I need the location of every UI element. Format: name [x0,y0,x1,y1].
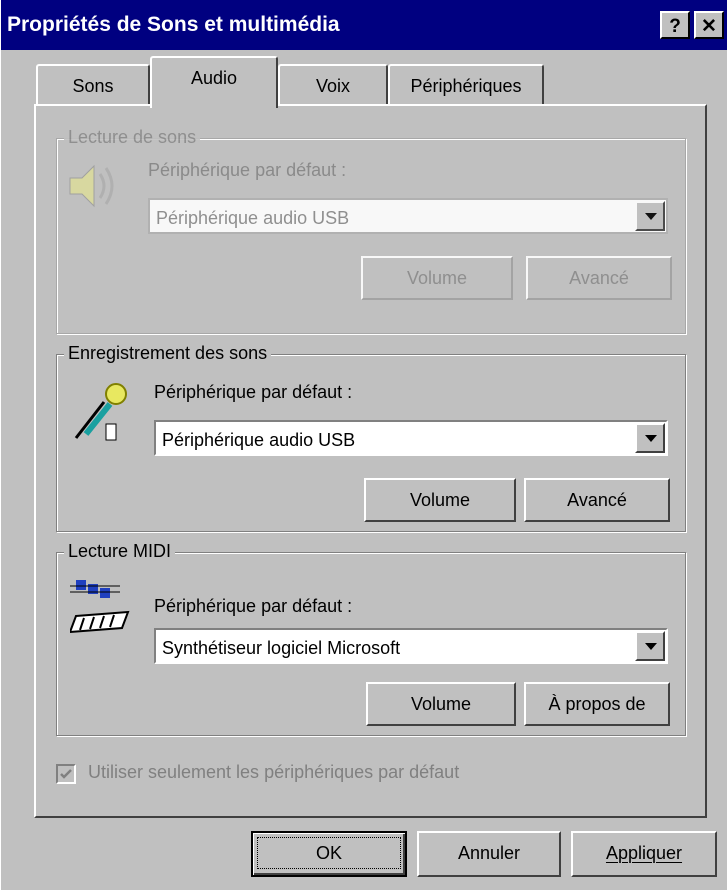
recording-device-label: Périphérique par défaut : [154,382,353,402]
tab-audio[interactable]: Audio [150,56,278,108]
recording-group-label: Enregistrement des sons [64,342,272,364]
recording-device-value: Périphérique audio USB [162,430,356,450]
cancel-label: Annuler [457,843,521,863]
recording-volume-label: Volume [409,490,471,510]
playback-advanced-button[interactable]: Avancé [526,256,672,300]
midi-device-label: Périphérique par défaut : [154,596,353,616]
tab-peripheriques-label: Périphériques [410,76,522,96]
tab-voix-label: Voix [315,76,351,96]
tab-peripheriques[interactable]: Périphériques [388,64,544,106]
playback-advanced-label: Avancé [569,268,629,288]
tab-panel-audio: Lecture de sons Périphérique par défaut … [34,104,707,818]
apply-label: Appliquer [605,843,683,863]
cancel-button[interactable]: Annuler [417,831,561,877]
chevron-down-icon[interactable] [635,423,665,453]
midi-keyboard-icon [68,576,134,636]
playback-volume-label: Volume [406,268,468,288]
playback-device-select[interactable]: Périphérique audio USB [148,198,668,234]
recording-advanced-button[interactable]: Avancé [524,478,670,522]
tab-sons[interactable]: Sons [36,64,150,106]
ok-label: OK [256,837,402,869]
close-icon: ✕ [701,16,717,37]
title-bar[interactable]: Propriétés de Sons et multimédia ? ✕ [1,0,727,50]
dialog-window: Propriétés de Sons et multimédia ? ✕ Son… [0,0,727,890]
tab-sons-label: Sons [72,76,114,96]
window-title: Propriétés de Sons et multimédia [7,13,340,36]
playback-device-value: Périphérique audio USB [156,208,350,228]
chevron-down-icon[interactable] [635,201,665,231]
midi-about-label: À propos de [548,694,646,714]
recording-volume-button[interactable]: Volume [364,478,516,522]
default-only-checkbox[interactable] [56,764,76,784]
apply-button[interactable]: Appliquer [571,831,717,877]
playback-volume-button[interactable]: Volume [361,256,513,300]
playback-group-label: Lecture de sons [64,126,201,148]
tab-audio-label: Audio [190,68,238,88]
midi-about-button[interactable]: À propos de [524,682,670,726]
chevron-down-icon[interactable] [635,631,665,661]
midi-volume-label: Volume [410,694,472,714]
help-button[interactable]: ? [660,11,690,39]
midi-volume-button[interactable]: Volume [366,682,516,726]
midi-device-select[interactable]: Synthétiseur logiciel Microsoft [154,628,668,664]
recording-advanced-label: Avancé [567,490,627,510]
ok-button[interactable]: OK [251,831,407,877]
checkmark-icon [60,769,72,779]
midi-device-value: Synthétiseur logiciel Microsoft [162,638,401,658]
close-button[interactable]: ✕ [694,11,724,39]
recording-device-select[interactable]: Périphérique audio USB [154,420,668,456]
microphone-icon [66,376,130,446]
tab-voix[interactable]: Voix [278,64,388,106]
midi-group-label: Lecture MIDI [64,540,176,562]
default-only-label[interactable]: Utiliser seulement les périphériques par… [88,762,459,783]
speaker-icon [64,154,128,218]
help-icon: ? [669,16,681,37]
playback-device-label: Périphérique par défaut : [148,160,347,180]
